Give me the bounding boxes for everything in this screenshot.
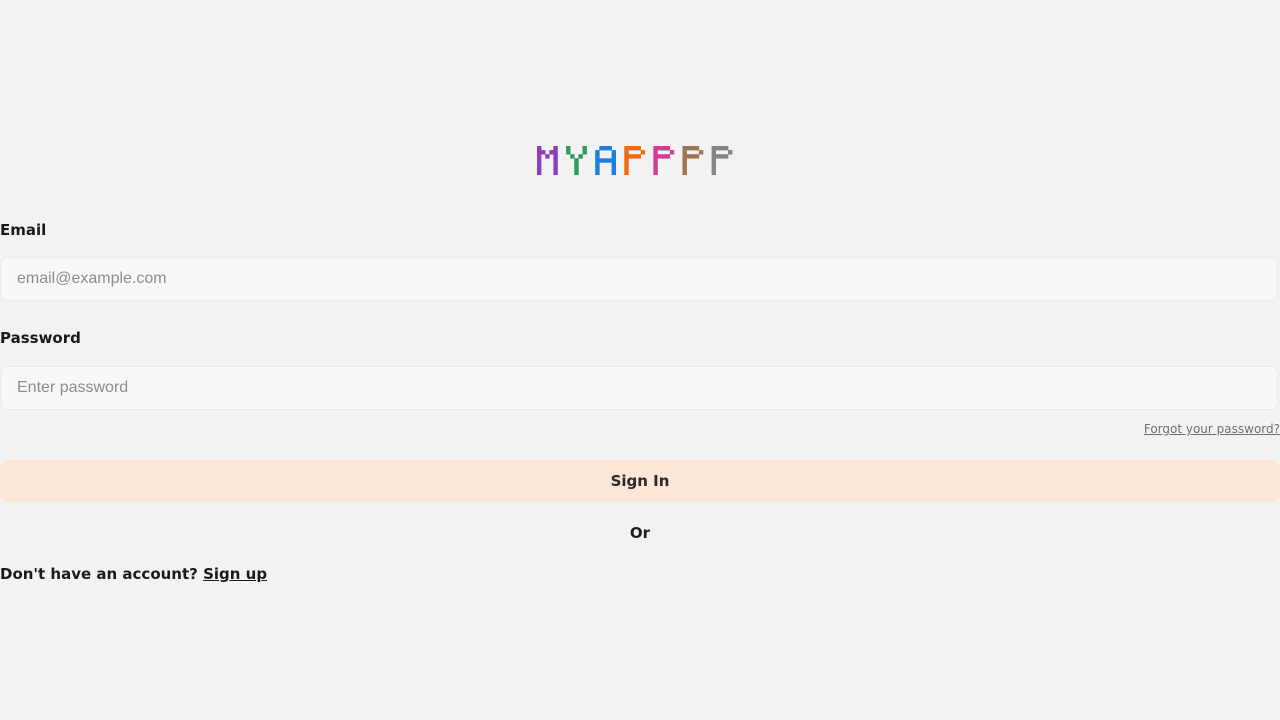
password-field[interactable] (0, 366, 1278, 410)
logo-letter-m (537, 146, 558, 175)
logo-wordmark (537, 146, 733, 175)
password-label: Password (0, 329, 81, 347)
email-field[interactable] (0, 257, 1278, 301)
or-divider: Or (629, 524, 651, 542)
sign-in-button[interactable]: Sign In (0, 460, 1280, 502)
signup-prompt-row: Don't have an account? Sign up (0, 564, 267, 584)
sign-in-page: Email Password Forgot your password? Sig… (0, 0, 1280, 720)
logo-letter-p (711, 146, 733, 175)
sign-up-link[interactable]: Sign up (203, 565, 267, 583)
email-label: Email (0, 221, 47, 239)
logo-letter-p (682, 146, 704, 175)
logo-letter-a (595, 146, 616, 175)
logo-letter-p (653, 146, 675, 175)
forgot-password-link[interactable]: Forgot your password? (1144, 421, 1280, 437)
app-logo (0, 146, 1280, 176)
logo-letter-p (624, 146, 646, 175)
logo-letter-y (566, 146, 587, 175)
signup-prompt: Don't have an account? (0, 565, 198, 583)
